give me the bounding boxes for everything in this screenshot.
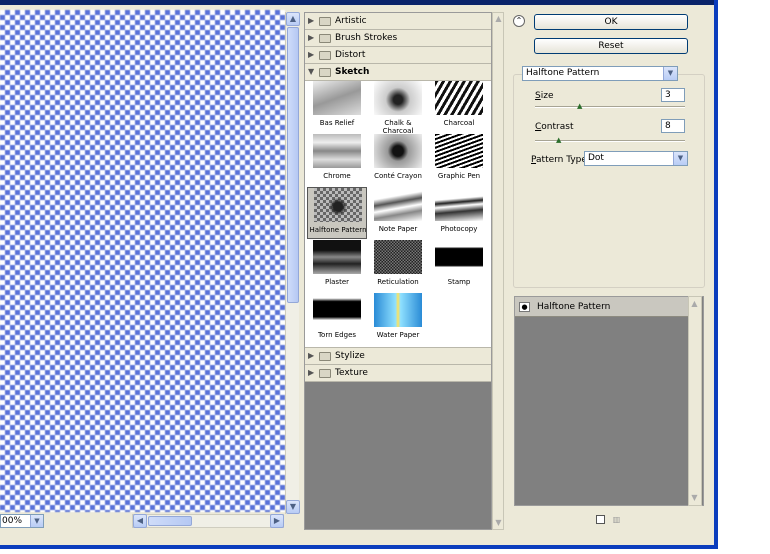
category-artistic[interactable]: ▶ Artistic xyxy=(305,13,491,30)
size-input[interactable]: 3 xyxy=(661,88,685,102)
folder-icon xyxy=(319,369,331,378)
gallery-vertical-scrollbar[interactable]: ▲ ▼ xyxy=(492,12,504,530)
filter-thumb-stamp[interactable]: Stamp xyxy=(429,240,489,292)
chevron-right-icon: ▶ xyxy=(308,16,315,25)
chevron-down-icon[interactable]: ▼ xyxy=(663,67,677,80)
thumbnail-image xyxy=(435,240,483,274)
effect-layer-row[interactable]: ● Halftone Pattern xyxy=(515,297,691,317)
chevron-down-icon[interactable]: ▼ xyxy=(30,515,43,527)
sketch-filter-thumbnails: Bas Relief Chalk & Charcoal Charcoal Chr… xyxy=(305,81,491,348)
scroll-down-icon[interactable]: ▼ xyxy=(690,493,699,502)
thumbnail-image xyxy=(435,187,483,221)
filter-thumb-reticulation[interactable]: Reticulation xyxy=(368,240,428,292)
filter-select[interactable]: Halftone Pattern ▼ xyxy=(522,66,678,81)
thumbnail-image xyxy=(435,134,483,168)
preview-horizontal-scrollbar[interactable]: ◀ ▶ xyxy=(132,514,284,528)
scroll-thumb-horizontal[interactable] xyxy=(148,516,192,526)
pattern-type-label: Pattern Type: xyxy=(531,155,590,165)
chevron-right-icon: ▶ xyxy=(308,33,315,42)
thumbnail-image xyxy=(374,81,422,115)
thumbnail-image xyxy=(374,134,422,168)
size-slider-track[interactable] xyxy=(535,106,685,108)
scroll-right-button[interactable]: ▶ xyxy=(270,514,284,528)
eye-icon[interactable]: ● xyxy=(519,302,530,312)
layers-vertical-scrollbar[interactable]: ▲ ▼ xyxy=(688,296,702,506)
filter-thumb-plaster[interactable]: Plaster xyxy=(307,240,367,292)
thumbnail-image xyxy=(313,293,361,327)
scroll-left-button[interactable]: ◀ xyxy=(133,514,147,528)
zoom-value: 00% xyxy=(2,516,23,526)
scroll-up-icon[interactable]: ▲ xyxy=(494,14,503,23)
reset-button[interactable]: Reset xyxy=(534,38,688,54)
category-stylize[interactable]: ▶ Stylize xyxy=(305,348,491,365)
trash-icon[interactable]: ▥ xyxy=(612,515,621,524)
size-label: Size xyxy=(535,91,554,101)
folder-icon xyxy=(319,51,331,60)
preview-vertical-scrollbar[interactable]: ▲ ▼ xyxy=(285,12,300,514)
filter-gallery: ▶ Artistic ▶ Brush Strokes ▶ Distort ▼ S… xyxy=(304,12,492,530)
filter-thumb-charcoal[interactable]: Charcoal xyxy=(429,81,489,133)
dialog-border-right xyxy=(714,0,718,549)
thumbnail-image xyxy=(374,293,422,327)
filter-thumb-chalk-charcoal[interactable]: Chalk & Charcoal xyxy=(368,81,428,135)
thumbnail-image xyxy=(313,81,361,115)
preview-canvas[interactable] xyxy=(0,10,285,512)
filter-thumb-bas-relief[interactable]: Bas Relief xyxy=(307,81,367,133)
folder-icon xyxy=(319,17,331,26)
pattern-type-select[interactable]: Dot ▼ xyxy=(584,151,688,166)
category-texture[interactable]: ▶ Texture xyxy=(305,365,491,382)
pattern-type-value: Dot xyxy=(588,153,604,163)
chevron-down-icon[interactable]: ▼ xyxy=(673,152,687,165)
chevron-right-icon: ▶ xyxy=(308,368,315,377)
filter-thumb-water-paper[interactable]: Water Paper xyxy=(368,293,428,345)
contrast-slider-thumb[interactable]: ▲ xyxy=(556,137,563,144)
filter-thumb-photocopy[interactable]: Photocopy xyxy=(429,187,489,239)
chevron-right-icon: ▶ xyxy=(308,50,315,59)
double-chevron-up-icon[interactable]: ⌃ xyxy=(513,15,525,27)
dialog-border-bottom xyxy=(0,545,718,549)
thumbnail-image xyxy=(374,187,422,221)
filter-thumb-conte-crayon[interactable]: Conté Crayon xyxy=(368,134,428,186)
folder-icon xyxy=(319,352,331,361)
contrast-label: Contrast xyxy=(535,122,574,132)
folder-open-icon xyxy=(319,68,331,77)
new-effect-layer-icon[interactable] xyxy=(596,515,605,524)
category-distort[interactable]: ▶ Distort xyxy=(305,47,491,64)
filter-thumb-halftone-pattern[interactable]: Halftone Pattern xyxy=(307,187,367,239)
thumbnail-image xyxy=(435,81,483,115)
contrast-input[interactable]: 8 xyxy=(661,119,685,133)
category-sketch[interactable]: ▼ Sketch xyxy=(305,64,491,81)
folder-icon xyxy=(319,34,331,43)
effect-layers-list: ● Halftone Pattern xyxy=(514,296,704,506)
scroll-thumb[interactable] xyxy=(287,27,299,303)
chevron-down-icon: ▼ xyxy=(308,67,315,76)
thumbnail-image xyxy=(313,134,361,168)
ok-button[interactable]: OK xyxy=(534,14,688,30)
zoom-select[interactable]: 00% ▼ xyxy=(0,514,44,528)
chevron-right-icon: ▶ xyxy=(308,351,315,360)
filter-select-value: Halftone Pattern xyxy=(526,68,600,78)
filter-thumb-chrome[interactable]: Chrome xyxy=(307,134,367,186)
effect-layer-name: Halftone Pattern xyxy=(537,302,611,312)
scroll-down-icon[interactable]: ▼ xyxy=(494,518,503,527)
filter-thumb-torn-edges[interactable]: Torn Edges xyxy=(307,293,367,345)
scroll-up-icon[interactable]: ▲ xyxy=(690,299,699,308)
filter-thumb-graphic-pen[interactable]: Graphic Pen xyxy=(429,134,489,186)
thumbnail-image xyxy=(374,240,422,274)
scroll-down-button[interactable]: ▼ xyxy=(286,500,300,514)
category-brush-strokes[interactable]: ▶ Brush Strokes xyxy=(305,30,491,47)
size-slider-thumb[interactable]: ▲ xyxy=(577,103,584,110)
filter-thumb-note-paper[interactable]: Note Paper xyxy=(368,187,428,239)
thumbnail-image xyxy=(314,188,362,222)
scroll-up-button[interactable]: ▲ xyxy=(286,12,300,26)
thumbnail-image xyxy=(313,240,361,274)
